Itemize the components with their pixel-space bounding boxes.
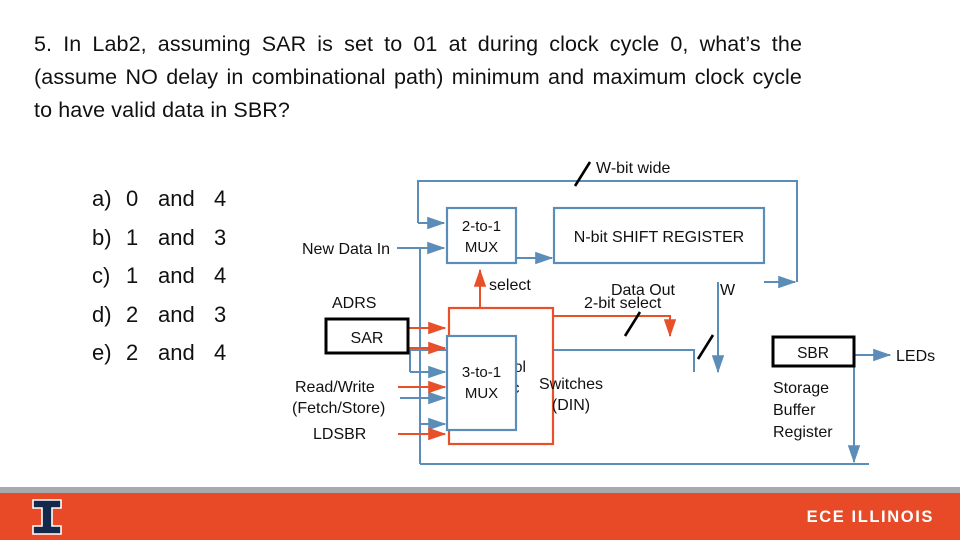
answer-choice-c[interactable]: c) 1 and 4 bbox=[92, 263, 292, 302]
answer-second-value: 4 bbox=[214, 186, 227, 211]
mux-2to1-label-line1: 2-to-1 bbox=[462, 218, 501, 235]
label-storage-line1: Storage bbox=[773, 380, 829, 397]
label-w-width: W bbox=[720, 282, 736, 299]
sar-box[interactable]: SAR bbox=[324, 317, 410, 355]
answer-first-value: 1 bbox=[126, 263, 139, 288]
mux-3to1-box[interactable]: 3-to-1 MUX bbox=[445, 334, 518, 432]
ece-illinois-wordmark: ECE ILLINOIS bbox=[806, 508, 934, 526]
label-select: select bbox=[489, 277, 531, 294]
slash-w-bit-wide bbox=[573, 161, 592, 187]
answer-letter: d) bbox=[92, 301, 112, 327]
label-switches-line1: Switches bbox=[539, 376, 603, 393]
answer-conjunction: and bbox=[158, 263, 195, 288]
answer-first-value: 2 bbox=[126, 340, 139, 365]
label-adrs: ADRS bbox=[332, 295, 376, 312]
slash-w-data-out bbox=[696, 334, 715, 360]
answer-choice-a[interactable]: a) 0 and 4 bbox=[92, 186, 292, 225]
label-data-out: Data Out bbox=[611, 282, 676, 299]
answer-second-value: 4 bbox=[214, 263, 227, 288]
answer-letter: c) bbox=[92, 263, 111, 288]
label-leds: LEDs bbox=[896, 348, 935, 365]
shift-register-box[interactable]: N-bit SHIFT REGISTER bbox=[552, 206, 766, 265]
shift-register-label: N-bit SHIFT REGISTER bbox=[574, 229, 744, 246]
answer-conjunction: and bbox=[158, 340, 195, 365]
answer-letter: b) bbox=[92, 224, 112, 250]
answer-letter: e) bbox=[92, 340, 112, 365]
sbr-label: SBR bbox=[797, 345, 829, 362]
answer-choice-e[interactable]: e) 2 and 4 bbox=[92, 340, 292, 379]
answer-conjunction: and bbox=[158, 186, 195, 211]
answer-first-value: 1 bbox=[126, 224, 139, 250]
answer-choice-list: a) 0 and 4 b) 1 and 3 c) 1 and 4 d) 2 an… bbox=[92, 186, 292, 379]
answer-first-value: 2 bbox=[126, 301, 139, 327]
answer-conjunction: and bbox=[158, 224, 195, 250]
lab2-block-diagram: 2-to-1 MUX N-bit SHIFT REGISTER SAR Cont… bbox=[290, 140, 960, 480]
mux-3to1-label-line1: 3-to-1 bbox=[462, 364, 501, 381]
mux-2to1-label-line2: MUX bbox=[465, 239, 498, 256]
answer-first-value: 0 bbox=[126, 186, 139, 211]
label-new-data-in: New Data In bbox=[302, 241, 390, 258]
label-switches-line2: (DIN) bbox=[552, 397, 590, 414]
sbr-box[interactable]: SBR bbox=[771, 335, 856, 368]
label-storage-line3: Register bbox=[773, 424, 833, 441]
mux-3to1-label-line2: MUX bbox=[465, 385, 498, 402]
slide-body: 5. In Lab2, assuming SAR is set to 01 at… bbox=[0, 0, 960, 540]
illinois-block-i-logo bbox=[30, 499, 64, 535]
answer-second-value: 4 bbox=[214, 340, 227, 365]
label-read-write-line2: (Fetch/Store) bbox=[292, 400, 385, 417]
question-text: 5. In Lab2, assuming SAR is set to 01 at… bbox=[34, 32, 802, 122]
answer-letter: a) bbox=[92, 186, 112, 211]
sar-label: SAR bbox=[351, 330, 384, 347]
label-ldsbr: LDSBR bbox=[313, 426, 366, 443]
answer-second-value: 3 bbox=[214, 224, 227, 250]
label-w-bit-wide: W-bit wide bbox=[596, 160, 670, 177]
answer-choice-d[interactable]: d) 2 and 3 bbox=[92, 302, 292, 341]
answer-conjunction: and bbox=[158, 301, 195, 327]
answer-second-value: 3 bbox=[214, 301, 227, 327]
label-read-write-line1: Read/Write bbox=[295, 379, 375, 396]
mux-2to1-box[interactable]: 2-to-1 MUX bbox=[445, 206, 518, 265]
label-storage-line2: Buffer bbox=[773, 402, 816, 419]
answer-choice-b[interactable]: b) 1 and 3 bbox=[92, 225, 292, 264]
